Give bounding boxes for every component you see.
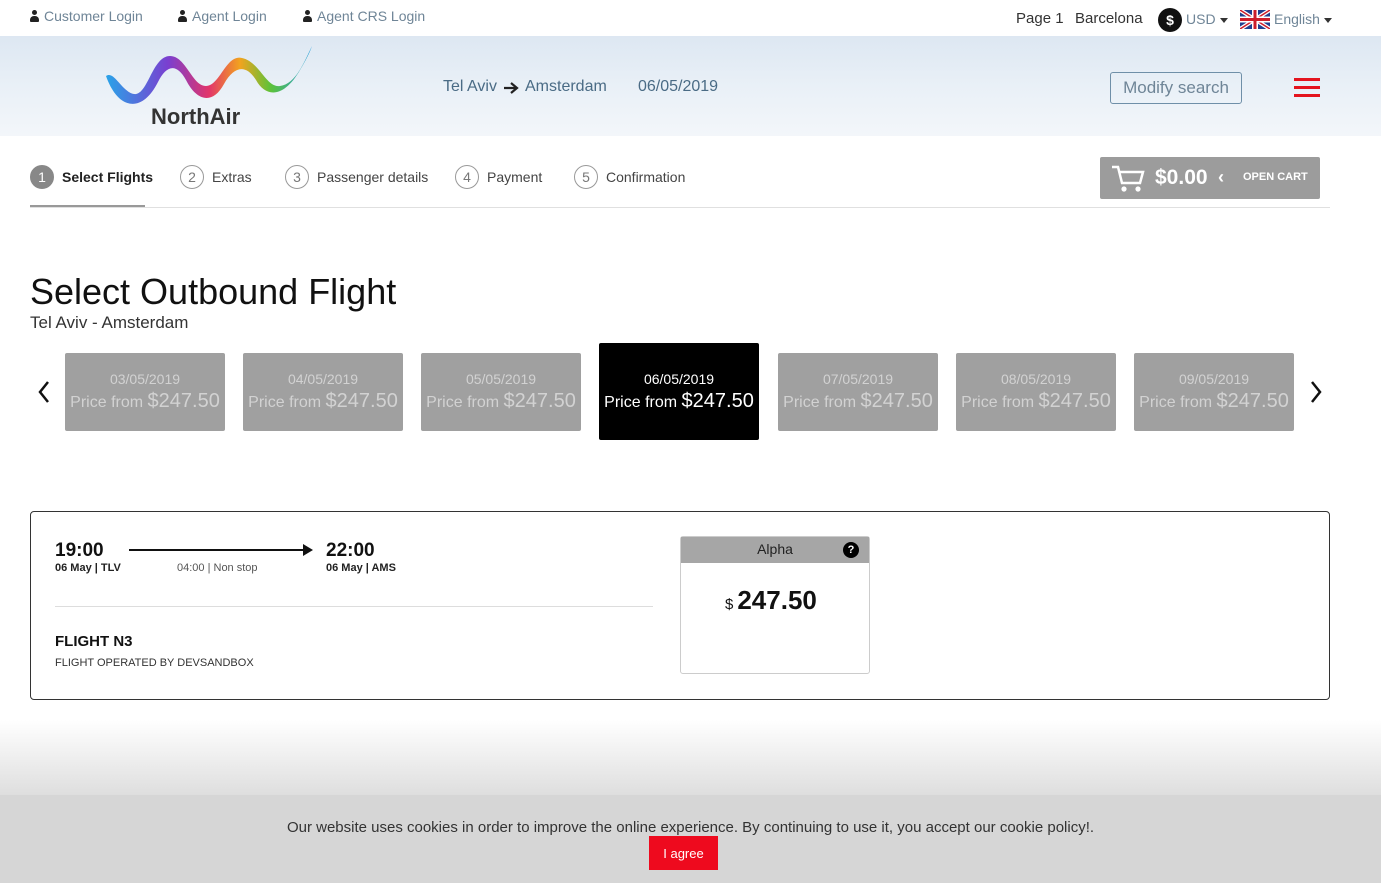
step-select-flights: 1 Select Flights	[30, 165, 153, 189]
route-destination: Amsterdam	[525, 78, 607, 95]
currency-dropdown[interactable]: USD	[1186, 11, 1228, 27]
date-option-price: Price from $247.50	[1139, 390, 1289, 412]
step-label: Confirmation	[606, 169, 686, 185]
date-option-date: 04/05/2019	[287, 371, 359, 387]
arrow-right-icon	[504, 82, 519, 94]
date-option[interactable]: 05/05/2019 Price from $247.50	[421, 353, 581, 431]
fare-header: Alpha ?	[681, 537, 869, 563]
step-number: 1	[30, 165, 54, 189]
divider	[55, 606, 653, 607]
flight-duration: 04:00 | Non stop	[177, 562, 258, 574]
cart-icon	[1112, 165, 1145, 192]
cart-amount: $0.00	[1155, 166, 1208, 189]
date-option[interactable]: 08/05/2019 Price from $247.50	[956, 353, 1116, 431]
chevron-down-icon	[1219, 17, 1228, 23]
page-subtitle: Tel Aviv - Amsterdam	[30, 313, 189, 332]
user-icon	[30, 10, 39, 22]
help-icon[interactable]: ?	[843, 542, 859, 558]
date-option-price: Price from $247.50	[70, 390, 220, 412]
flight-number: FLIGHT N3	[55, 633, 133, 650]
user-icon	[178, 10, 187, 22]
departure-info: 06 May | TLV	[55, 562, 121, 574]
page-title: Select Outbound Flight	[30, 271, 397, 312]
fare-price: $247.50	[725, 585, 817, 615]
logo-text: NorthAir	[151, 104, 241, 129]
flight-operator: FLIGHT OPERATED BY DEVSANDBOX	[55, 657, 254, 669]
top-bar: Customer Login Agent Login Agent CRS Log…	[0, 0, 1381, 36]
date-option-date: 05/05/2019	[465, 371, 537, 387]
cookie-agree-button[interactable]: I agree	[649, 836, 718, 870]
customer-login-label: Customer Login	[44, 8, 143, 24]
customer-login-link[interactable]: Customer Login	[30, 8, 143, 24]
chevron-left-icon: ‹	[1218, 167, 1224, 187]
user-icon	[303, 10, 312, 22]
date-option[interactable]: 09/05/2019 Price from $247.50	[1134, 353, 1294, 431]
date-option-date: 07/05/2019	[822, 371, 894, 387]
step-payment: 4 Payment	[455, 165, 542, 189]
step-label: Payment	[487, 169, 543, 185]
carousel-next-icon[interactable]	[1309, 380, 1323, 404]
date-option-selected[interactable]: 06/05/2019 Price from $247.50	[599, 343, 759, 440]
open-cart-label: OPEN CART	[1243, 171, 1308, 183]
date-option-price: Price from $247.50	[961, 390, 1111, 412]
currency-label: USD	[1186, 11, 1216, 27]
language-label: English	[1274, 11, 1320, 27]
menu-icon[interactable]	[1294, 78, 1320, 98]
fare-option-alpha[interactable]: Alpha ? $247.50	[680, 536, 870, 674]
cookie-message: Our website uses cookies in order to imp…	[286, 819, 1095, 836]
step-label: Passenger details	[317, 169, 429, 185]
cookie-fade	[0, 720, 1381, 800]
carousel-prev-icon[interactable]	[37, 380, 51, 404]
date-option[interactable]: 04/05/2019 Price from $247.50	[243, 353, 403, 431]
chevron-down-icon	[1323, 17, 1332, 23]
step-number: 4	[455, 165, 479, 189]
modify-search-button[interactable]: Modify search	[1110, 72, 1242, 104]
date-option-date: 08/05/2019	[1000, 371, 1072, 387]
step-label: Select Flights	[62, 169, 154, 185]
step-label: Extras	[212, 169, 252, 185]
currency-icon: $	[1158, 8, 1182, 32]
agent-crs-login-link[interactable]: Agent CRS Login	[303, 8, 425, 24]
language-dropdown[interactable]: English	[1274, 11, 1332, 27]
date-option-price: Price from $247.50	[604, 390, 754, 412]
arrow-right-icon	[303, 544, 313, 556]
page-indicator: Page 1	[1016, 10, 1064, 27]
active-step-underline	[30, 205, 145, 207]
route-origin: Tel Aviv	[443, 78, 497, 95]
open-cart-button[interactable]: $0.00 ‹ OPEN CART	[1100, 157, 1320, 199]
uk-flag-icon	[1240, 10, 1270, 29]
date-option-price: Price from $247.50	[426, 390, 576, 412]
date-option-price: Price from $247.50	[248, 390, 398, 412]
flight-line	[129, 549, 309, 551]
arrival-time: 22:00	[326, 540, 375, 561]
date-option[interactable]: 03/05/2019 Price from $247.50	[65, 353, 225, 431]
route-date: 06/05/2019	[638, 78, 719, 95]
date-option-date: 09/05/2019	[1178, 371, 1250, 387]
step-number: 5	[574, 165, 598, 189]
flight-result-card: 19:00 06 May | TLV 04:00 | Non stop 22:0…	[30, 511, 1330, 700]
date-option-date: 03/05/2019	[109, 371, 181, 387]
step-extras: 2 Extras	[180, 165, 252, 189]
agent-login-link[interactable]: Agent Login	[178, 8, 267, 24]
step-number: 3	[285, 165, 309, 189]
agent-login-label: Agent Login	[192, 8, 267, 24]
step-number: 2	[180, 165, 204, 189]
departure-time: 19:00	[55, 540, 104, 561]
arrival-info: 06 May | AMS	[326, 562, 396, 574]
city-selector[interactable]: Barcelona	[1075, 10, 1143, 27]
cookie-banner: Our website uses cookies in order to imp…	[0, 795, 1381, 883]
date-option-price: Price from $247.50	[783, 390, 933, 412]
date-option[interactable]: 07/05/2019 Price from $247.50	[778, 353, 938, 431]
date-option-date: 06/05/2019	[643, 371, 715, 387]
agent-crs-login-label: Agent CRS Login	[317, 8, 426, 24]
fare-name: Alpha	[757, 541, 793, 557]
step-confirmation: 5 Confirmation	[574, 165, 685, 189]
step-passenger-details: 3 Passenger details	[285, 165, 428, 189]
